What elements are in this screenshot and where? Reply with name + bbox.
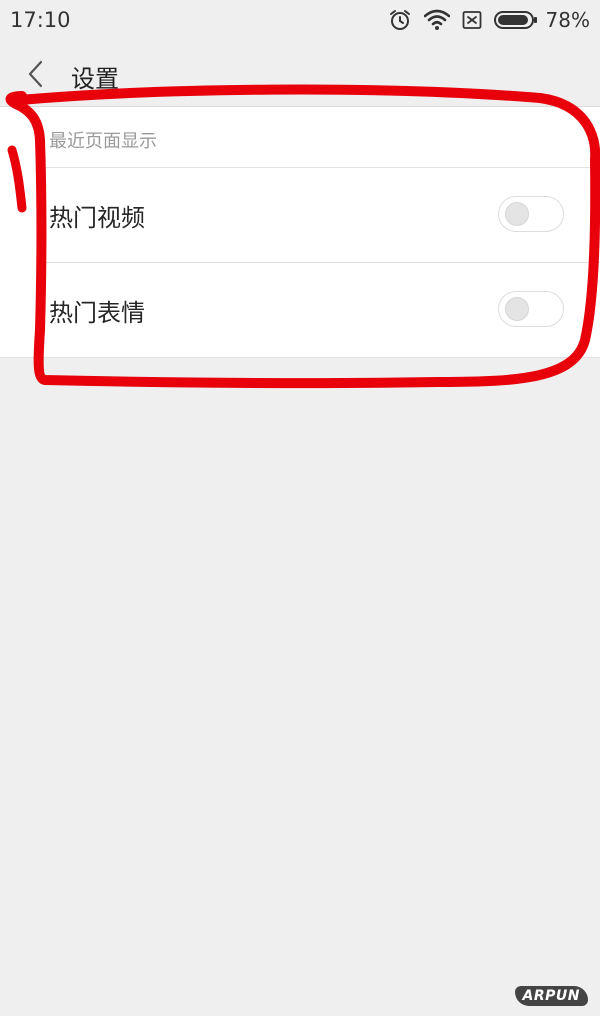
watermark-logo: ARPUN: [514, 986, 588, 1006]
hot-videos-toggle[interactable]: [498, 196, 564, 232]
settings-card: 最近页面显示 热门视频 热门表情: [0, 107, 600, 358]
status-icons: 78%: [376, 7, 590, 33]
section-header: 最近页面显示: [49, 131, 157, 152]
setting-label: 热门视频: [49, 204, 145, 232]
wifi-icon: [423, 9, 450, 31]
back-button[interactable]: [18, 56, 54, 92]
app-header: 设置: [0, 42, 600, 107]
toggle-knob: [505, 202, 529, 226]
battery-icon: [493, 11, 538, 29]
alarm-icon: [388, 8, 412, 32]
setting-label: 热门表情: [49, 299, 145, 327]
toggle-knob: [505, 297, 529, 321]
status-time: 17:10: [10, 8, 71, 32]
setting-row-hot-stickers[interactable]: 热门表情: [0, 263, 600, 357]
page-title: 设置: [71, 65, 119, 93]
battery-percent: 78%: [545, 8, 590, 32]
setting-row-hot-videos[interactable]: 热门视频: [0, 168, 600, 262]
status-bar: 17:10 78%: [0, 0, 600, 42]
chevron-left-icon: [28, 60, 43, 88]
hot-stickers-toggle[interactable]: [498, 291, 564, 327]
no-sim-icon: [462, 10, 482, 30]
